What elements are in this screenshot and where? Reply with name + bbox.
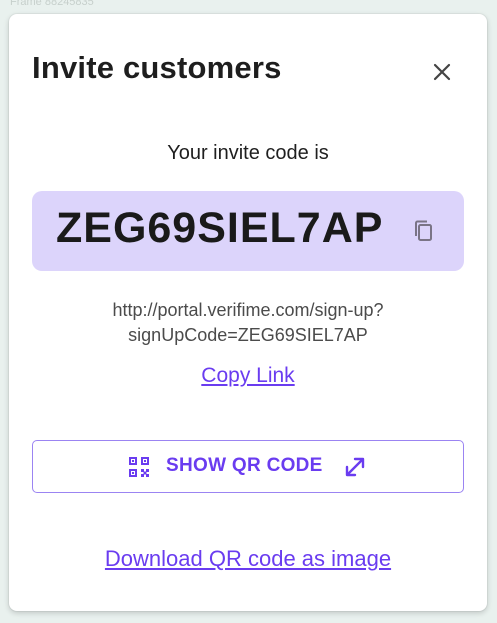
close-icon [433,63,451,81]
show-qr-code-label: SHOW QR CODE [166,455,323,476]
frame-label: Frame 88245835 [10,0,94,8]
signup-url-line1: http://portal.verifime.com/sign-up? [112,300,384,320]
show-qr-code-button[interactable]: SHOW QR CODE [32,440,464,493]
invite-code-label: Your invite code is [167,142,329,164]
copy-code-button[interactable] [411,218,437,244]
expand-icon [345,457,365,477]
copy-icon [415,220,432,241]
download-qr-link[interactable]: Download QR code as image [9,546,487,572]
qr-code-icon [129,457,149,477]
dialog-title: Invite customers [32,50,282,85]
close-button[interactable] [428,58,456,86]
signup-url-line2: signUpCode=ZEG69SIEL7AP [128,325,368,345]
invite-code: ZEG69SIEL7AP [56,204,384,252]
copy-link[interactable]: Copy Link [9,364,487,388]
invite-dialog: Invite customers Your invite code is ZEG… [9,14,487,611]
invite-code-box: ZEG69SIEL7AP [32,191,464,271]
signup-url: http://portal.verifime.com/sign-up? sign… [9,298,487,348]
